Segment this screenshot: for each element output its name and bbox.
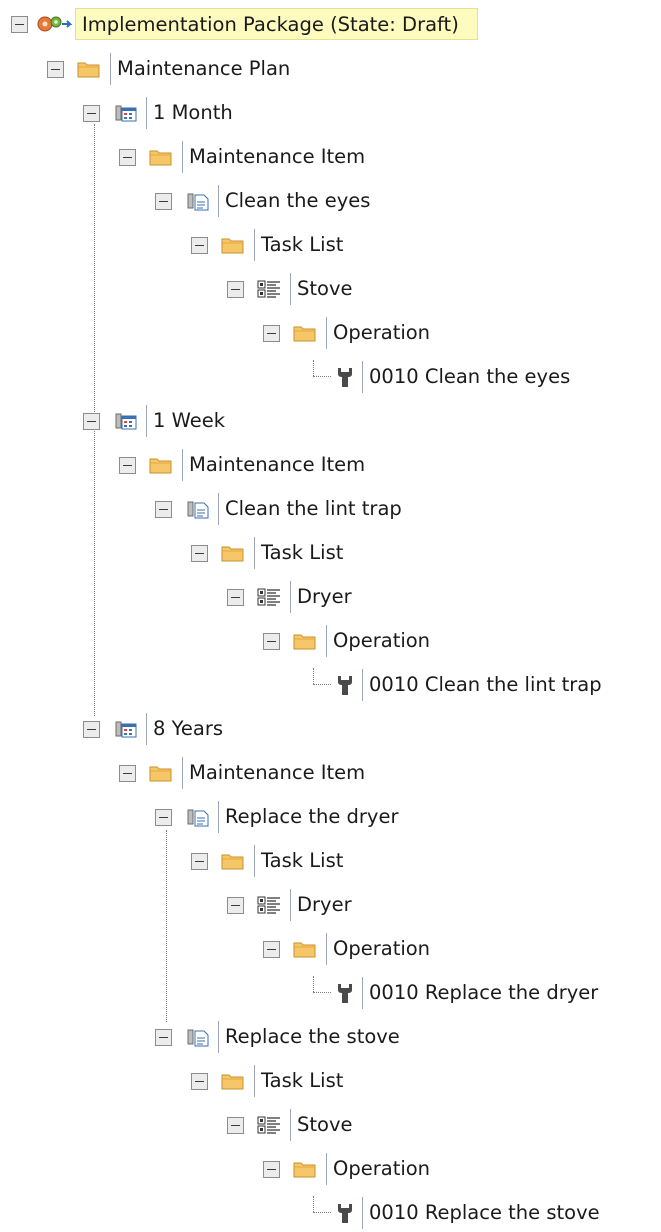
task-list-icon — [256, 278, 280, 300]
task-list-icon — [256, 1114, 280, 1136]
folder-icon — [220, 1070, 244, 1092]
tree-node-label: Maintenance Plan — [110, 53, 294, 85]
folder-icon — [292, 322, 316, 344]
tree-connector — [313, 360, 314, 376]
collapse-toggle[interactable] — [263, 941, 280, 958]
tree-connector — [313, 376, 331, 377]
tree-node-label: Operation — [326, 933, 434, 965]
tree-node-label: Maintenance Item — [182, 141, 369, 173]
folder-icon — [292, 938, 316, 960]
collapse-toggle[interactable] — [155, 1029, 172, 1046]
wrench-icon — [333, 982, 357, 1004]
collapse-toggle[interactable] — [83, 721, 100, 738]
tree-node-label: Stove — [290, 1109, 357, 1141]
tree-node-label: 0010 Replace the stove — [362, 1197, 604, 1229]
collapse-toggle[interactable] — [263, 1161, 280, 1178]
folder-icon — [148, 146, 172, 168]
tree-node-label: Dryer — [290, 889, 356, 921]
tree-node-label: Stove — [290, 273, 357, 305]
collapse-toggle[interactable] — [119, 765, 136, 782]
tree-node-label: Replace the dryer — [218, 801, 402, 833]
task-list-icon — [256, 894, 280, 916]
tree-connector — [313, 992, 331, 993]
tree-node-label: Clean the lint trap — [218, 493, 406, 525]
maintenance-strategy-icon — [112, 718, 137, 740]
folder-icon — [292, 1158, 316, 1180]
tree-node-label: Operation — [326, 1153, 434, 1185]
tree-node-label: Operation — [326, 625, 434, 657]
tree-connector — [166, 830, 167, 1022]
tree-node-label: Replace the stove — [218, 1021, 404, 1053]
maintenance-strategy-icon — [112, 102, 137, 124]
tree-connector — [313, 976, 314, 992]
wrench-icon — [333, 1202, 357, 1224]
collapse-toggle[interactable] — [11, 16, 28, 33]
collapse-toggle[interactable] — [227, 281, 244, 298]
folder-icon — [292, 630, 316, 652]
folder-icon — [76, 58, 100, 80]
tree-node-label: Operation — [326, 317, 434, 349]
tree-node-label: 1 Month — [146, 97, 237, 129]
implementation-package-tree: Implementation Package (State: Draft) Ma… — [0, 0, 661, 1232]
tree-node-label: Dryer — [290, 581, 356, 613]
tree-connector — [313, 668, 314, 684]
folder-icon — [148, 454, 172, 476]
tree-node-label: 0010 Clean the lint trap — [362, 669, 606, 701]
tree-connector — [313, 1196, 314, 1212]
collapse-toggle[interactable] — [191, 1073, 208, 1090]
collapse-toggle[interactable] — [263, 325, 280, 342]
folder-icon — [220, 234, 244, 256]
folder-icon — [220, 542, 244, 564]
tree-node-label: Task List — [254, 537, 347, 569]
collapse-toggle[interactable] — [227, 589, 244, 606]
collapse-toggle[interactable] — [227, 897, 244, 914]
collapse-toggle[interactable] — [191, 853, 208, 870]
tree-node-label: Clean the eyes — [218, 185, 374, 217]
folder-icon — [220, 850, 244, 872]
maintenance-item-icon — [184, 1026, 209, 1048]
collapse-toggle[interactable] — [191, 545, 208, 562]
collapse-toggle[interactable] — [263, 633, 280, 650]
collapse-toggle[interactable] — [83, 413, 100, 430]
wrench-icon — [333, 674, 357, 696]
collapse-toggle[interactable] — [83, 105, 100, 122]
tree-node-label: Task List — [254, 845, 347, 877]
wrench-icon — [333, 366, 357, 388]
maintenance-item-icon — [184, 498, 209, 520]
tree-node-label: 8 Years — [146, 713, 227, 745]
collapse-toggle[interactable] — [155, 193, 172, 210]
collapse-toggle[interactable] — [155, 809, 172, 826]
folder-icon — [148, 762, 172, 784]
maintenance-item-icon — [184, 806, 209, 828]
implementation-package-icon — [36, 13, 73, 35]
maintenance-item-icon — [184, 190, 209, 212]
collapse-toggle[interactable] — [227, 1117, 244, 1134]
maintenance-strategy-icon — [112, 410, 137, 432]
collapse-toggle[interactable] — [119, 149, 136, 166]
task-list-icon — [256, 586, 280, 608]
tree-node-label: Implementation Package (State: Draft) — [75, 8, 478, 40]
collapse-toggle[interactable] — [191, 237, 208, 254]
collapse-toggle[interactable] — [47, 61, 64, 78]
tree-node-label: Task List — [254, 229, 347, 261]
tree-node-label: 0010 Replace the dryer — [362, 977, 602, 1009]
tree-node-label: Task List — [254, 1065, 347, 1097]
tree-connector — [313, 1212, 331, 1213]
collapse-toggle[interactable] — [155, 501, 172, 518]
tree-node-label: Maintenance Item — [182, 757, 369, 789]
tree-node-label: 0010 Clean the eyes — [362, 361, 574, 393]
tree-connector — [313, 684, 331, 685]
collapse-toggle[interactable] — [119, 457, 136, 474]
tree-node-label: Maintenance Item — [182, 449, 369, 481]
tree-node-label: 1 Week — [146, 405, 229, 437]
